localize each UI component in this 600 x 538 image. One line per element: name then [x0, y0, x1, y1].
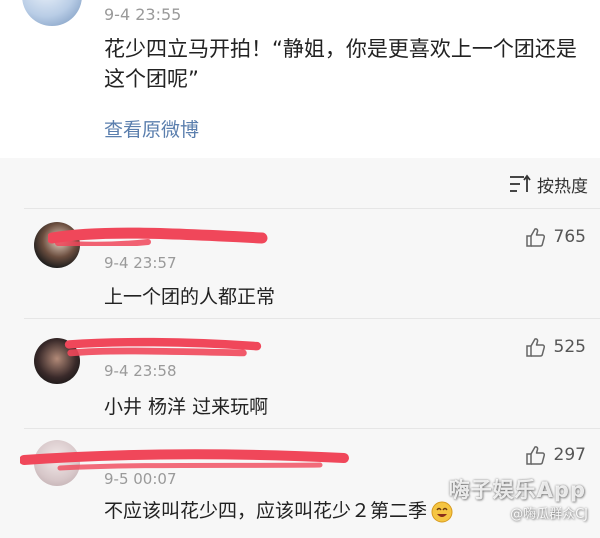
- thumbs-up-icon: [525, 338, 545, 357]
- comment-timestamp: 9-4 23:58: [104, 362, 177, 380]
- comment-timestamp: 9-4 23:57: [104, 254, 177, 272]
- thumbs-up-icon: [525, 228, 545, 247]
- like-button[interactable]: 765: [524, 226, 586, 248]
- sort-lines-icon: [510, 174, 531, 192]
- post-timestamp: 9-4 23:55: [104, 5, 182, 24]
- comment-timestamp: 9-5 00:07: [104, 470, 177, 488]
- redacted-username: [20, 449, 349, 471]
- comment-item: 9-4 23:57 上一个团的人都正常 765: [0, 208, 600, 318]
- sort-label: 按热度: [537, 176, 588, 197]
- redacted-username: [64, 337, 262, 357]
- view-original-weibo-link[interactable]: 查看原微博: [104, 115, 199, 142]
- like-count: 765: [553, 227, 586, 247]
- sort-by-hot-button[interactable]: 按热度: [509, 172, 588, 197]
- weibo-watermark: @嗨瓜群众CJ: [510, 507, 588, 522]
- comment-text: 上一个团的人都正常: [104, 286, 276, 308]
- comment-item: 9-4 23:58 小井 杨洋 过来玩啊 525: [0, 318, 600, 428]
- redacted-username: [48, 227, 268, 246]
- like-button[interactable]: 525: [524, 336, 586, 358]
- original-post-card: 9-4 23:55 花少四立马开拍！“静姐，你是更喜欢上一个团还是这个团呢” 查…: [0, 0, 600, 158]
- like-button[interactable]: 297: [524, 444, 586, 466]
- thumbs-up-icon: [525, 446, 545, 465]
- comment-text-content: 不应该叫花少四，应该叫花少２第二季: [104, 500, 428, 522]
- app-watermark: 嗨子娱乐App: [448, 478, 586, 502]
- comment-text: 小井 杨洋 过来玩啊: [104, 396, 269, 418]
- like-count: 297: [553, 445, 586, 465]
- post-author-avatar[interactable]: [22, 0, 82, 26]
- like-count: 525: [553, 337, 586, 357]
- post-body-text: 花少四立马开拍！“静姐，你是更喜欢上一个团还是这个团呢”: [104, 37, 577, 91]
- comment-text: 不应该叫花少四，应该叫花少２第二季: [104, 496, 453, 523]
